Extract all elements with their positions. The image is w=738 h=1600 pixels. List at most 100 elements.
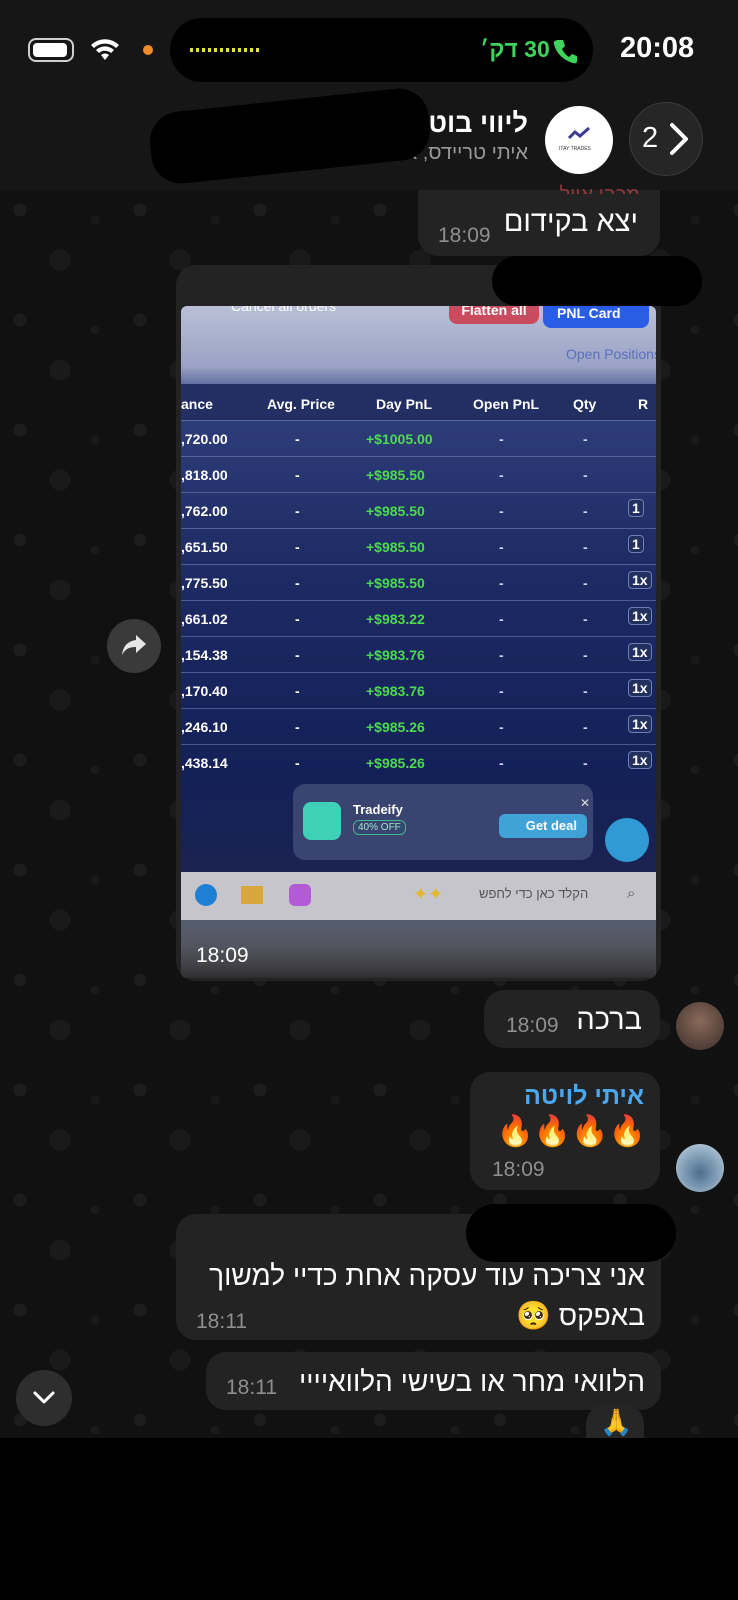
chat-title[interactable]: ליווי בוט xyxy=(428,108,528,139)
sparkle-icon: ✦✦ xyxy=(413,884,444,905)
copilot-icon xyxy=(289,884,311,906)
sender-name: מכבי אייל xyxy=(560,184,641,194)
cell-day-pnl: +$983.76 xyxy=(366,647,425,663)
cell-avg-price: - xyxy=(295,719,300,735)
cell-day-pnl: +$1005.00 xyxy=(366,431,433,447)
edge-icon xyxy=(195,884,217,906)
table-row: ,154.38 - +$983.76 - - 1x xyxy=(181,636,656,673)
cell-day-pnl: +$985.50 xyxy=(366,467,425,483)
redaction xyxy=(492,256,702,306)
table-row: ,775.50 - +$985.50 - - 1x xyxy=(181,564,656,601)
cell-multiplier: 1x xyxy=(628,751,652,769)
cell-day-pnl: +$985.50 xyxy=(366,539,425,555)
cell-qty: - xyxy=(583,539,588,555)
table-row: ,762.00 - +$985.50 - - 1 xyxy=(181,492,656,529)
cell-avg-price: - xyxy=(295,539,300,555)
message-bubble[interactable]: איתי לויטה 🔥🔥🔥🔥 18:09 xyxy=(470,1072,660,1190)
cell-multiplier: 1x xyxy=(628,643,652,661)
column-header: Qty xyxy=(573,396,597,412)
phone-icon xyxy=(553,40,577,64)
cell-avg-price: - xyxy=(295,575,300,591)
cell-day-pnl: +$985.50 xyxy=(366,503,425,519)
back-button[interactable] xyxy=(629,102,703,176)
column-header: Day PnL xyxy=(376,396,433,412)
message-text: יצא בקידום xyxy=(503,206,638,238)
cell-avg-price: - xyxy=(295,431,300,447)
cell-open-pnl: - xyxy=(499,683,504,699)
cell-balance: ,154.38 xyxy=(181,647,228,663)
unread-count: 2 xyxy=(642,122,659,154)
column-header: ance xyxy=(181,396,213,412)
cell-balance: ,438.14 xyxy=(181,755,228,771)
cell-avg-price: - xyxy=(295,467,300,483)
message-text: 🔥🔥🔥🔥 xyxy=(496,1114,646,1149)
cell-avg-price: - xyxy=(295,611,300,627)
reaction-badge[interactable]: 🙏 xyxy=(586,1404,644,1438)
column-header: R xyxy=(638,396,649,412)
cell-qty: - xyxy=(583,719,588,735)
table-row: ,720.00 - +$1005.00 - - xyxy=(181,420,656,457)
cell-multiplier: 1x xyxy=(628,571,652,589)
table-row: ,661.02 - +$983.22 - - 1x xyxy=(181,600,656,637)
message-bubble[interactable]: ברכה 18:09 xyxy=(484,990,660,1048)
wifi-icon xyxy=(91,39,119,60)
cell-qty: - xyxy=(583,755,588,771)
cell-multiplier: 1 xyxy=(628,499,644,517)
cell-qty: - xyxy=(583,467,588,483)
cell-qty: - xyxy=(583,503,588,519)
reaction-emoji: 🙏 xyxy=(600,1408,633,1438)
cell-multiplier: 1x xyxy=(628,715,652,733)
close-icon: ✕ xyxy=(580,796,591,810)
group-avatar[interactable]: ITAY TRADES xyxy=(545,106,613,174)
cell-avg-price: - xyxy=(295,683,300,699)
privacy-indicator xyxy=(143,45,153,55)
cell-day-pnl: +$983.22 xyxy=(366,611,425,627)
table-row: ,818.00 - +$985.50 - - xyxy=(181,456,656,493)
message-bubble[interactable]: מכבי אייל יצא בקידום 18:09 xyxy=(418,184,660,256)
cell-day-pnl: +$985.50 xyxy=(366,575,425,591)
cell-open-pnl: - xyxy=(499,647,504,663)
table-row: ,170.40 - +$983.76 - - 1x xyxy=(181,672,656,709)
cell-open-pnl: - xyxy=(499,503,504,519)
cell-qty: - xyxy=(583,431,588,447)
column-header: Avg. Price xyxy=(267,396,335,412)
forward-button[interactable] xyxy=(107,619,161,673)
image-time: 18:09 xyxy=(196,944,249,967)
message-text: אני צריכה עוד עסקה אחת כדיי למשוך באפקס … xyxy=(209,1260,645,1331)
pnl-card-button: PNL Card xyxy=(543,306,649,328)
forward-icon xyxy=(122,635,146,655)
column-header: Open PnL xyxy=(473,396,540,412)
windows-taskbar: ✦✦ הקלד כאן כדי לחפש ⌕ xyxy=(181,872,656,920)
cell-day-pnl: +$985.26 xyxy=(366,719,425,735)
avatar[interactable] xyxy=(676,1002,724,1050)
cell-multiplier: 1 xyxy=(628,535,644,553)
cell-balance: ,762.00 xyxy=(181,503,228,519)
avatar[interactable] xyxy=(676,1144,724,1192)
ad-banner: Tradeify 40% OFF Get deal ✕ xyxy=(293,784,593,860)
open-positions-tab: Open Positions xyxy=(566,346,656,362)
cell-balance: ,661.02 xyxy=(181,611,228,627)
cell-multiplier: 1x xyxy=(628,679,652,697)
trading-screenshot[interactable]: Cancel all orders Flatten all PNL Card O… xyxy=(181,306,656,978)
cell-balance: ,170.40 xyxy=(181,683,228,699)
table-row: ,651.50 - +$985.50 - - 1 xyxy=(181,528,656,565)
audio-waveform xyxy=(190,48,260,52)
cell-qty: - xyxy=(583,611,588,627)
message-bubble[interactable]: הלוואי מחר או בשישי הלוואיייי 18:11 xyxy=(206,1352,661,1410)
message-time: 18:09 xyxy=(492,1158,545,1181)
taskbar-search: הקלד כאן כדי לחפש xyxy=(479,886,589,901)
redaction xyxy=(466,1204,676,1262)
cancel-orders-button: Cancel all orders xyxy=(231,306,337,314)
battery-icon xyxy=(28,38,74,62)
message-time: 18:11 xyxy=(196,1310,247,1333)
scroll-down-button[interactable] xyxy=(16,1370,72,1426)
chevron-down-icon xyxy=(33,1391,55,1404)
folder-icon xyxy=(241,886,263,904)
cell-balance: ,720.00 xyxy=(181,431,228,447)
table-row: ,246.10 - +$985.26 - - 1x xyxy=(181,708,656,745)
ad-discount: 40% OFF xyxy=(353,820,406,835)
message-text: ברכה xyxy=(576,1004,642,1036)
cell-day-pnl: +$983.76 xyxy=(366,683,425,699)
cell-open-pnl: - xyxy=(499,575,504,591)
cell-avg-price: - xyxy=(295,503,300,519)
